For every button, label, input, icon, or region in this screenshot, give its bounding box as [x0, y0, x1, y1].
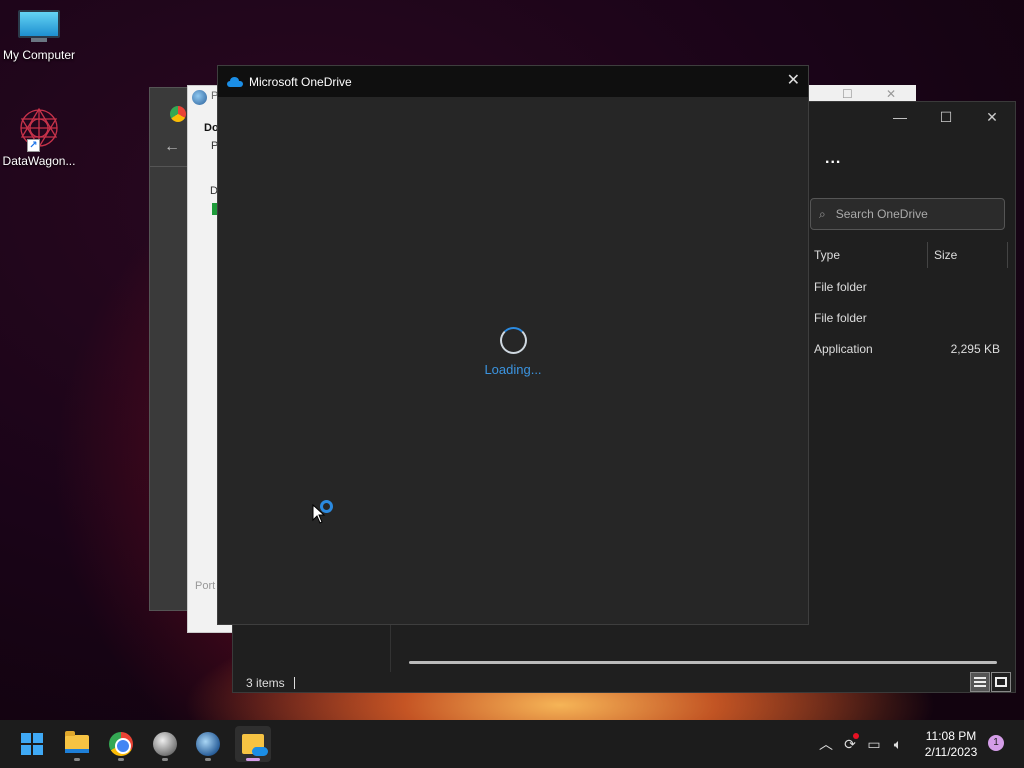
horizontal-scrollbar[interactable]: [409, 661, 997, 664]
column-header-size[interactable]: Size: [934, 248, 957, 262]
taskbar: ︿ ⟳ ▭ 🔈︎ 11:08 PM 2/11/2023 1: [0, 720, 1024, 768]
chrome-icon: [109, 732, 133, 756]
sync-icon[interactable]: ⟳: [838, 732, 862, 753]
search-icon: ⌕: [819, 206, 826, 221]
back-arrow-icon[interactable]: ←: [164, 138, 180, 156]
app-icon: [153, 732, 177, 756]
row-size[interactable]: 2,295 KB: [920, 342, 1000, 356]
onedrive-folder-icon: [242, 734, 268, 756]
datawagon-icon: ↗: [15, 106, 63, 152]
taskbar-file-explorer[interactable]: [59, 726, 95, 762]
onedrive-cloud-icon: [227, 76, 243, 87]
globe-icon: [192, 90, 207, 105]
desktop-icon-label: My Computer: [2, 48, 76, 62]
volume-icon[interactable]: 🔈︎: [886, 736, 910, 753]
row-type[interactable]: File folder: [814, 280, 867, 294]
maximize-button[interactable]: ☐: [923, 102, 969, 132]
onedrive-dialog[interactable]: Microsoft OneDrive ✕ Loading...: [217, 65, 809, 625]
start-button[interactable]: [14, 726, 50, 762]
minimize-button[interactable]: —: [877, 102, 923, 132]
status-item-count: 3 items: [246, 676, 285, 690]
desktop-icon-label: DataWagon...: [2, 154, 76, 168]
desktop-icon-datawagon[interactable]: ↗ DataWagon...: [0, 106, 78, 168]
network-icon[interactable]: ▭: [862, 736, 886, 753]
window-controls: — ☐ ✕: [877, 102, 1015, 132]
loading-spinner-icon: [500, 327, 527, 354]
windows-logo-icon: [21, 733, 43, 755]
taskbar-app[interactable]: [147, 726, 183, 762]
details-view-button[interactable]: [970, 672, 990, 692]
dialog-titlebar[interactable]: Microsoft OneDrive ✕: [218, 66, 808, 97]
row-type[interactable]: Application: [814, 342, 873, 356]
search-placeholder: Search OneDrive: [835, 207, 928, 221]
search-input[interactable]: ⌕ Search OneDrive: [810, 198, 1005, 230]
column-header-type[interactable]: Type: [814, 248, 840, 262]
taskbar-web-browser[interactable]: [190, 726, 226, 762]
dialog-title: Microsoft OneDrive: [249, 74, 352, 89]
more-options-button[interactable]: ...: [825, 150, 841, 168]
chrome-icon: [170, 106, 186, 122]
chevron-up-icon[interactable]: ︿: [814, 734, 838, 754]
folder-icon: [65, 731, 89, 753]
close-button[interactable]: ✕: [969, 102, 1015, 132]
loading-text: Loading...: [484, 362, 542, 377]
globe-icon: [196, 732, 220, 756]
shortcut-arrow-icon: ↗: [27, 139, 40, 152]
dialog-footer-fragment: Port: [195, 580, 216, 592]
clock-time: 11:08 PM: [925, 729, 977, 743]
system-tray: ︿ ⟳ ▭ 🔈︎: [814, 720, 910, 768]
details-view-icon: [974, 677, 986, 687]
busy-cursor-icon: [320, 500, 333, 513]
monitor-icon: [18, 10, 60, 44]
close-button[interactable]: ✕: [787, 72, 800, 90]
taskbar-onedrive-folder[interactable]: [235, 726, 271, 762]
close-icon[interactable]: ✕: [886, 87, 896, 101]
row-type[interactable]: File folder: [814, 311, 867, 325]
tiles-view-button[interactable]: [991, 672, 1011, 692]
tiles-view-icon: [995, 677, 1007, 687]
taskbar-chrome[interactable]: [103, 726, 139, 762]
clock-date: 2/11/2023: [924, 745, 978, 759]
desktop-icon-my-computer[interactable]: My Computer: [0, 10, 78, 62]
maximize-icon[interactable]: ☐: [842, 87, 853, 101]
notification-badge[interactable]: 1: [988, 735, 1004, 751]
taskbar-clock[interactable]: 11:08 PM 2/11/2023: [918, 728, 984, 760]
